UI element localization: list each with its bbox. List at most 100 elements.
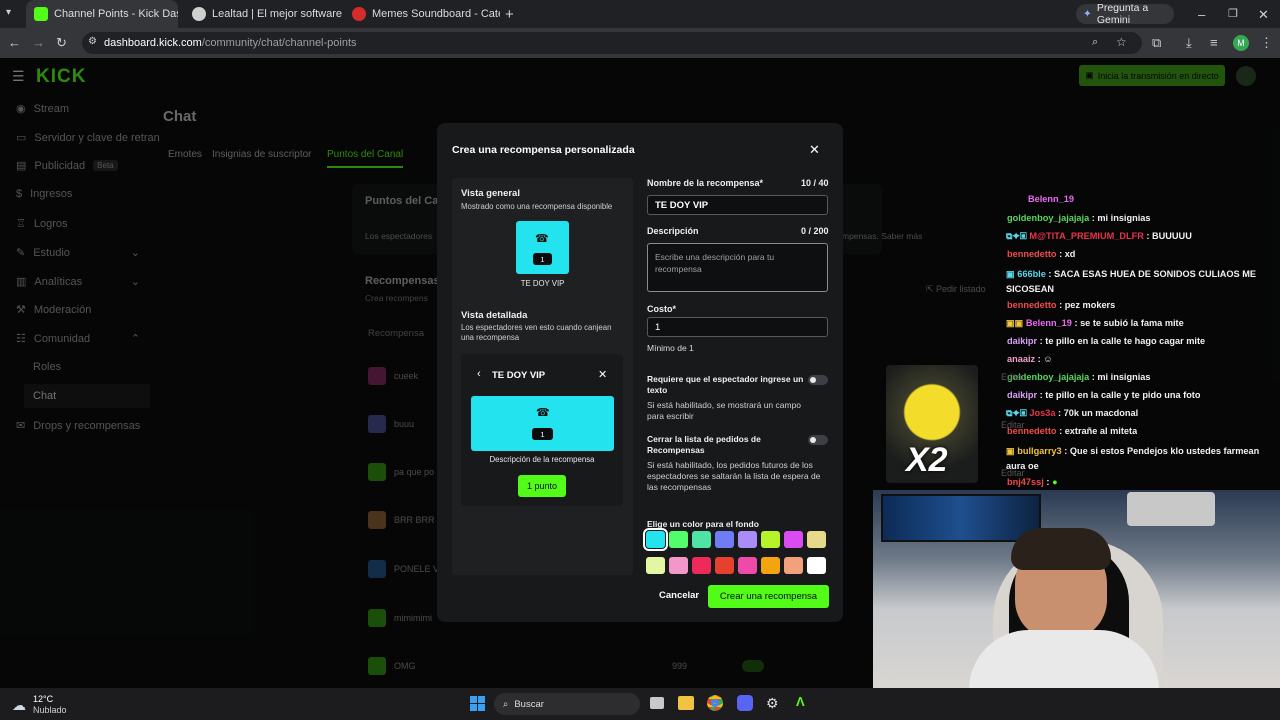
tab-title: Lealtad | El mejor software par: [212, 8, 342, 20]
tab-memes-soundboard[interactable]: Memes Soundboard - Categor ✕: [344, 0, 500, 28]
file-explorer-icon[interactable]: [678, 696, 694, 710]
search-label: Buscar: [514, 698, 544, 710]
detail-description: Descripción de la recompensa: [489, 455, 595, 464]
kick-favicon-icon: [34, 7, 48, 21]
close-icon[interactable]: ✕: [809, 142, 820, 158]
chat-message: ▣▣ Belenn_19 : se te subió la fama mite: [1006, 318, 1184, 328]
window-close-icon[interactable]: ✕: [1258, 7, 1269, 23]
color-swatch[interactable]: [761, 531, 780, 548]
back-icon[interactable]: ←: [8, 35, 21, 50]
taskbar-search[interactable]: ⌕ Buscar: [494, 693, 640, 715]
kick-app-icon[interactable]: Λ: [796, 694, 805, 709]
gemini-button[interactable]: ✦ Pregunta a Gemini: [1076, 2, 1174, 26]
edit-link[interactable]: Editar: [1001, 420, 1025, 430]
redeem-preview-button: 1 punto: [518, 475, 566, 497]
settings-gear-icon[interactable]: ⚙: [766, 695, 779, 712]
color-swatch[interactable]: [738, 531, 757, 548]
windows-start-icon[interactable]: [470, 696, 485, 711]
chat-username: bnj47ssj: [1007, 477, 1044, 487]
chat-message: goldenboy_jajajaja : mi insignias: [1007, 213, 1151, 223]
maximize-icon[interactable]: ❐: [1228, 7, 1238, 20]
color-swatch[interactable]: [669, 531, 688, 548]
reward-preview-tile: ☎ 1: [516, 221, 569, 274]
extensions-icon[interactable]: ⧉: [1152, 35, 1161, 51]
preview-reward-name: TE DOY VIP: [520, 279, 565, 288]
weather-desc[interactable]: Nublado: [33, 705, 67, 715]
chat-text: extrañe al miteta: [1064, 426, 1138, 436]
zoom-icon[interactable]: ⌕: [1092, 36, 1098, 49]
forward-icon[interactable]: →: [32, 35, 45, 50]
tab-lealtad[interactable]: Lealtad | El mejor software par ✕: [184, 0, 342, 28]
chrome-icon[interactable]: [707, 695, 723, 711]
new-tab-icon[interactable]: +: [505, 6, 514, 23]
description-textarea[interactable]: Escribe una descripción para tu recompen…: [647, 243, 828, 292]
skip-queue-sub: Si está habilitado, los pedidos futuros …: [647, 460, 821, 492]
weather-temp[interactable]: 12°C: [33, 694, 53, 704]
chat-username: Belenn_19: [1028, 194, 1074, 203]
chat-message: daikipr : te pillo en la calle te hago c…: [1007, 336, 1206, 346]
color-swatch[interactable]: [738, 557, 757, 574]
url-bar[interactable]: ⚙ dashboard.kick.com /community/chat/cha…: [82, 32, 1142, 54]
require-text-toggle[interactable]: [808, 375, 828, 385]
color-swatch-selected[interactable]: [643, 528, 668, 551]
color-swatch[interactable]: [761, 557, 780, 574]
soundboard-favicon-icon: [352, 7, 366, 21]
tab-channel-points[interactable]: Channel Points - Kick Dashboar ✕: [26, 0, 178, 28]
chat-username: bennedetto: [1007, 300, 1057, 310]
discord-icon[interactable]: [737, 695, 753, 711]
color-swatch[interactable]: [692, 557, 711, 574]
detail-title: Vista detallada: [461, 310, 528, 321]
edit-link[interactable]: Editar: [1001, 468, 1025, 478]
cancel-button[interactable]: Cancelar: [659, 590, 699, 601]
chat-message: bennedetto : xd: [1007, 249, 1076, 259]
edit-link[interactable]: Editar: [1001, 372, 1025, 382]
color-swatch[interactable]: [692, 531, 711, 548]
chat-text: xd: [1064, 249, 1076, 259]
overview-title: Vista general: [461, 188, 520, 199]
detail-preview-tile: ☎ 1: [471, 396, 614, 451]
color-swatch[interactable]: [669, 557, 688, 574]
chat-username: M@TITA_PREMIUM_DLFR: [1029, 231, 1144, 241]
chat-text: mi insignias: [1097, 213, 1151, 223]
badge-icon: ▣▣: [1006, 318, 1026, 328]
profile-avatar[interactable]: M: [1233, 35, 1249, 51]
reload-icon[interactable]: ↻: [56, 35, 67, 51]
chat-username: Jos3a: [1029, 408, 1056, 418]
badge-icon: ⧉✦▣: [1006, 231, 1030, 241]
chat-text: se te subió la fama mite: [1080, 318, 1184, 328]
color-swatch[interactable]: [784, 531, 803, 548]
windows-taskbar: ☁ 12°C Nublado ⌕ Buscar ⚙ Λ: [0, 688, 1280, 720]
bookmark-star-icon[interactable]: ☆: [1116, 35, 1127, 49]
chat-message: bennedetto : pez mokers: [1007, 300, 1116, 310]
color-swatch[interactable]: [715, 557, 734, 574]
color-swatch[interactable]: [807, 557, 826, 574]
tab-search-icon[interactable]: ≡: [1210, 35, 1218, 50]
color-swatch[interactable]: [715, 531, 734, 548]
chat-message: ▣ bullgarry3 : Que si estos Pendejos klo…: [1006, 446, 1260, 471]
chat-message: bnj47ssj : ●: [1007, 477, 1058, 487]
color-swatch[interactable]: [807, 531, 826, 548]
url-host: dashboard.kick.com: [104, 37, 202, 49]
download-icon[interactable]: ⤓: [1186, 35, 1192, 51]
require-text-sub: Si está habilitado, se mostrará un campo…: [647, 400, 802, 421]
task-view-icon[interactable]: [650, 697, 664, 709]
color-swatch[interactable]: [646, 557, 665, 574]
site-info-icon[interactable]: ⚙: [88, 36, 97, 47]
detail-close-icon: ✕: [598, 369, 608, 381]
chat-text: te pillo en la calle y te pido una foto: [1045, 390, 1201, 400]
skip-queue-toggle[interactable]: [808, 435, 828, 445]
create-reward-button[interactable]: Crear una recompensa: [708, 585, 829, 608]
cost-hint: Mínimo de 1: [647, 343, 694, 353]
streamer-hoodie: [969, 630, 1159, 688]
detail-sub: Los espectadores ven esto cuando canjean…: [461, 323, 612, 342]
tab-list-icon[interactable]: ▾: [6, 7, 11, 18]
gemini-icon: ✦: [1083, 8, 1092, 20]
browser-menu-icon[interactable]: ⋮: [1260, 35, 1273, 51]
streamer-hair: [1011, 528, 1111, 570]
browser-tab-bar: ▾ Channel Points - Kick Dashboar ✕ Lealt…: [0, 0, 1280, 28]
color-swatch[interactable]: [784, 557, 803, 574]
cost-input[interactable]: 1: [647, 317, 828, 337]
minimize-icon[interactable]: –: [1198, 7, 1205, 22]
search-icon: ⌕: [503, 698, 509, 710]
reward-name-input[interactable]: TE DOY VIP: [647, 195, 828, 215]
